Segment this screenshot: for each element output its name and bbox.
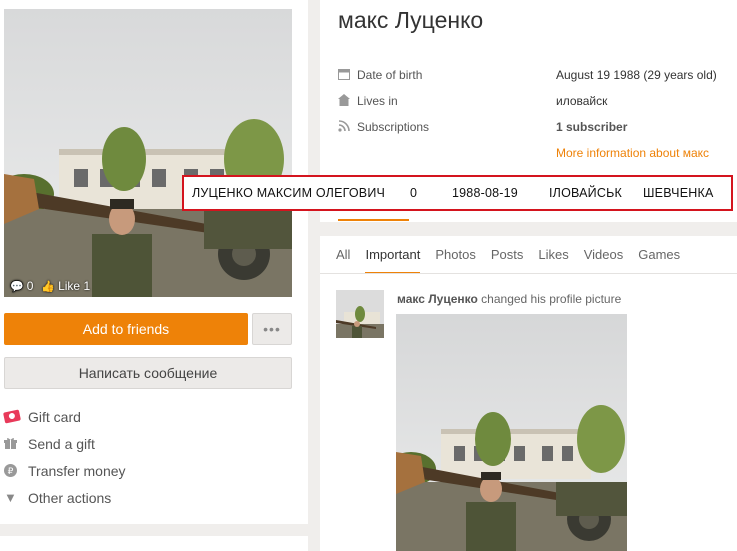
info-label: Subscriptions [357, 120, 430, 134]
tab-games[interactable]: Games [638, 247, 680, 274]
ruble-icon: ₽ [4, 464, 28, 477]
info-value-subscribers[interactable]: 1 subscriber [556, 120, 627, 134]
record-date: 1988-08-19 [452, 186, 518, 200]
more-information-link[interactable]: More information about макс [556, 146, 709, 160]
action-transfer-money[interactable]: ₽ Transfer money [4, 457, 294, 484]
info-label: Date of birth [357, 68, 423, 82]
action-label: Other actions [28, 489, 112, 506]
rss-icon [338, 119, 357, 135]
profile-name: макс Луценко [338, 7, 484, 33]
info-row-lives: Lives in иловайск [338, 88, 728, 114]
post-author-avatar[interactable] [336, 290, 384, 338]
triangle-down-icon: ▼ [4, 490, 17, 505]
info-label: Lives in [357, 94, 398, 108]
profile-info: Date of birth August 19 1988 (29 years o… [338, 62, 728, 166]
tab-photos[interactable]: Photos [435, 247, 475, 274]
svg-text:₽: ₽ [8, 467, 14, 477]
info-row-subscriptions: Subscriptions 1 subscriber [338, 114, 728, 140]
thumb-up-icon: 👍 [41, 280, 56, 293]
post-header: макс Луценко changed his profile picture [397, 292, 621, 306]
tab-important[interactable]: Important [365, 247, 421, 274]
tab-videos[interactable]: Videos [584, 247, 624, 274]
info-row-more: More information about макс [338, 140, 728, 166]
action-label: Transfer money [28, 462, 126, 479]
record-full-name: ЛУЦЕНКО МАКСИМ ОЛЕГОВИЧ [192, 186, 386, 200]
profile-avatar[interactable]: 💬 0 👍 Like 1 [4, 9, 292, 297]
action-other[interactable]: ▼ Other actions [4, 484, 294, 511]
post-image[interactable] [396, 314, 627, 551]
avatar-likes-label: Like 1 [58, 279, 91, 293]
profile-actions-list: Gift card Send a gift ₽ Transfer money ▼… [3, 403, 294, 511]
avatar-comments[interactable]: 💬 0 [10, 279, 33, 293]
highlighted-record: ЛУЦЕНКО МАКСИМ ОЛЕГОВИЧ 0 1988-08-19 ІЛО… [182, 175, 733, 211]
info-row-birth: Date of birth August 19 1988 (29 years o… [338, 62, 728, 88]
record-zero: 0 [410, 186, 418, 200]
record-street: ШЕВЧЕНКА [643, 186, 714, 200]
tab-likes[interactable]: Likes [538, 247, 568, 274]
tabs-divider [320, 273, 737, 274]
action-label: Gift card [28, 408, 81, 425]
tab-all[interactable]: All [336, 247, 350, 274]
avatar-likes[interactable]: 👍 Like 1 [41, 279, 90, 293]
action-gift-card[interactable]: Gift card [3, 403, 294, 430]
info-value-city[interactable]: иловайск [556, 94, 607, 108]
avatar-stats: 💬 0 👍 Like 1 [10, 279, 90, 293]
calendar-icon [338, 68, 357, 83]
add-to-friends-button[interactable]: Add to friends [4, 313, 248, 345]
left-bottom-card [0, 536, 308, 551]
info-value-birth: August 19 1988 (29 years old) [556, 68, 717, 82]
avatar-comments-count: 0 [26, 279, 34, 293]
record-city: ІЛОВАЙСЬК [549, 186, 622, 200]
tab-posts[interactable]: Posts [491, 247, 524, 274]
feed-tabs: All Important Photos Posts Likes Videos … [336, 247, 680, 274]
header-accent-line [338, 219, 409, 221]
home-icon [338, 93, 357, 109]
post-author-link[interactable]: макс Луценко [397, 292, 478, 306]
post-action-text: changed his profile picture [481, 292, 622, 306]
send-message-button[interactable]: Написать сообщение [4, 357, 292, 389]
more-options-button[interactable]: ••• [252, 313, 292, 345]
gift-card-icon [3, 409, 28, 424]
avatar-photo [4, 9, 292, 297]
comment-icon: 💬 [10, 280, 24, 293]
profile-page: 💬 0 👍 Like 1 Add to friends ••• Написать с… [0, 0, 737, 551]
action-label: Send a gift [28, 435, 95, 452]
action-send-gift[interactable]: Send a gift [4, 430, 294, 457]
post-photo [396, 314, 627, 551]
gift-icon [4, 437, 28, 450]
